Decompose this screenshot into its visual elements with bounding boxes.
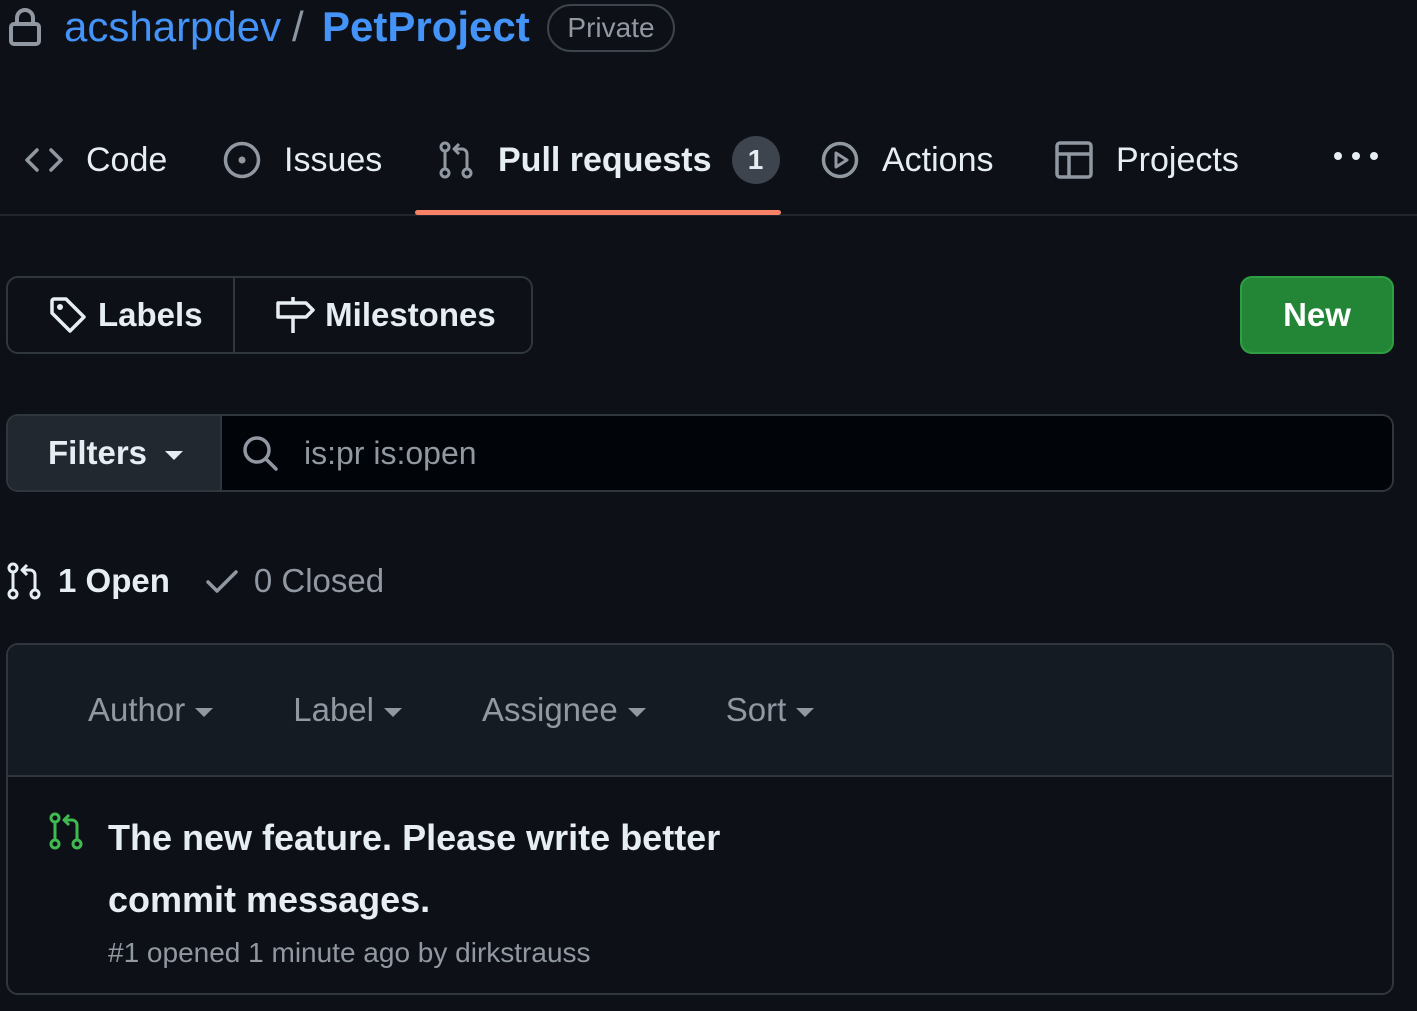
selected-tab-underline (415, 210, 781, 215)
filters-dropdown[interactable]: Filters (8, 416, 222, 490)
chevron-down-icon (383, 707, 402, 717)
labels-button-label: Labels (98, 296, 203, 333)
pull-request-count-badge: 1 (731, 136, 780, 184)
closed-prs-link[interactable]: 0 Closed (202, 561, 384, 601)
author-filter-label: Author (88, 691, 186, 728)
repo-name-link[interactable]: PetProject (322, 2, 530, 52)
code-icon (24, 140, 64, 180)
milestone-icon (275, 295, 315, 335)
milestones-button-label: Milestones (325, 296, 496, 333)
chevron-down-icon (627, 707, 646, 717)
label-filter-label: Label (293, 691, 374, 728)
labels-milestones-group: Labels Milestones (6, 276, 533, 354)
search-icon (240, 433, 280, 473)
chevron-down-icon (195, 707, 214, 717)
pull-request-icon (6, 561, 46, 601)
repo-path-separator: / (292, 3, 304, 50)
list-header: Author Label Assignee Sort (8, 645, 1392, 777)
open-pull-request-icon (48, 811, 88, 851)
pull-request-meta: #1 opened 1 minute ago by dirkstrauss (108, 937, 591, 968)
search-input[interactable] (302, 416, 1392, 490)
pull-request-icon (436, 140, 476, 180)
assignee-filter-dropdown[interactable]: Assignee (482, 691, 646, 729)
list-item: The new feature. Please write better com… (8, 777, 1392, 993)
filters-label: Filters (48, 434, 148, 471)
more-options-icon[interactable] (1330, 140, 1382, 180)
issue-icon (222, 140, 262, 180)
tab-pull-requests[interactable]: Pull requests 1 (436, 130, 780, 190)
repo-owner-link[interactable]: acsharpdev (64, 2, 281, 52)
lock-icon (8, 7, 42, 47)
filter-search-bar: Filters (6, 414, 1394, 492)
pull-request-list: Author Label Assignee Sort The new featu… (6, 643, 1394, 995)
tab-label: Pull requests (498, 140, 712, 179)
open-prs-link[interactable]: 1 Open (6, 561, 170, 601)
milestones-button[interactable]: Milestones (235, 278, 531, 352)
table-icon (1054, 140, 1094, 180)
author-filter-dropdown[interactable]: Author (88, 691, 214, 729)
sort-dropdown[interactable]: Sort (726, 691, 815, 729)
check-icon (202, 561, 242, 601)
tab-label: Actions (882, 140, 994, 179)
closed-count: 0 Closed (253, 562, 385, 599)
visibility-badge: Private (547, 4, 675, 52)
pr-state-toggle: 1 Open 0 Closed (6, 556, 384, 606)
tab-projects[interactable]: Projects (1054, 130, 1239, 190)
tab-issues[interactable]: Issues (222, 130, 382, 190)
assignee-filter-label: Assignee (481, 691, 618, 728)
tab-code[interactable]: Code (24, 130, 167, 190)
tab-label: Issues (284, 140, 383, 179)
label-filter-dropdown[interactable]: Label (293, 691, 402, 729)
play-icon (820, 140, 860, 180)
repo-nav-tabs: Code Issues Pull requests 1 Actions Proj… (0, 110, 1417, 216)
open-count: 1 Open (58, 562, 170, 599)
search-box (222, 416, 1392, 490)
labels-button[interactable]: Labels (8, 278, 236, 352)
new-pull-request-button[interactable]: New (1240, 276, 1394, 354)
pull-request-title-link[interactable]: The new feature. Please write better com… (108, 807, 808, 931)
repo-header: acsharpdev / PetProject Private (0, 0, 1417, 56)
tab-label: Code (86, 140, 168, 179)
tab-label: Projects (1116, 140, 1239, 179)
sort-label: Sort (725, 691, 787, 728)
tab-actions[interactable]: Actions (820, 130, 994, 190)
tag-icon (48, 295, 88, 335)
chevron-down-icon (165, 450, 184, 460)
chevron-down-icon (796, 707, 815, 717)
